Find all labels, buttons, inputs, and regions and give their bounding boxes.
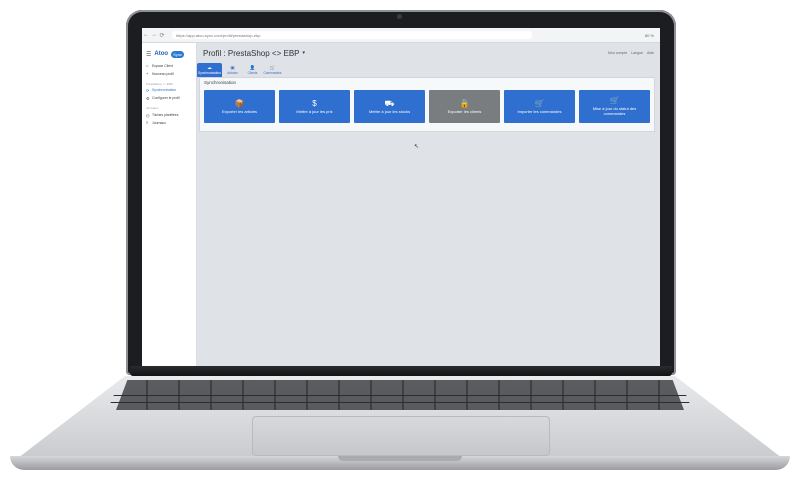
keyboard-rows — [108, 395, 692, 409]
sidebar-item-label: Configurer le profil — [152, 96, 180, 101]
tab-bar: ☁ Synchronisation ▣ Articles 👤 Clients 🛒… — [197, 63, 660, 77]
forward-icon[interactable]: → — [150, 32, 158, 38]
sidebar-group-label: Journaux — [146, 106, 159, 111]
tab-synchronisation[interactable]: ☁ Synchronisation — [197, 63, 222, 77]
cart-icon: 🛒 — [609, 96, 620, 106]
update-order-status-button[interactable]: 🛒 Mise à jour du statut des commandes — [579, 90, 650, 123]
lock-icon: 🔒 — [459, 98, 470, 108]
language-link[interactable]: Langue — [631, 51, 643, 55]
home-icon: ⌂ — [146, 63, 149, 69]
sidebar-item-label: Journaux — [152, 120, 166, 125]
reload-icon[interactable]: ⟳ — [158, 32, 166, 39]
chevron-down-icon[interactable]: ▾ — [303, 50, 306, 56]
price-icon: $ — [312, 98, 317, 108]
browser-toolbar: ← → ⟳ https://app.atoo-sync.com/profil/p… — [142, 28, 660, 43]
mouse-cursor-icon: ↖ — [414, 144, 420, 150]
tab-articles[interactable]: ▣ Articles — [223, 63, 242, 77]
zoom-level: 80 % — [644, 32, 654, 38]
tab-label: Commandes — [263, 71, 282, 75]
sidebar-item-label: Synchronisation — [152, 88, 177, 93]
sidebar-item-nouveau-profil[interactable]: + Nouveau profil — [142, 70, 196, 78]
brand-pill: Sync — [171, 50, 184, 58]
camera — [397, 14, 402, 19]
update-prices-button[interactable]: $ Mettre à jour les prix — [279, 90, 350, 123]
laptop-mockup: ← → ⟳ https://app.atoo-sync.com/profil/p… — [0, 0, 800, 479]
cart-icon: 🛒 — [534, 98, 545, 108]
sidebar-item-label: Espace Client — [152, 63, 173, 68]
tab-label: Synchronisation — [198, 71, 221, 75]
sidebar-item-taches[interactable]: ◷ Tâches planifiées — [142, 111, 196, 119]
laptop-chin — [130, 366, 672, 376]
logo[interactable]: ☰ Atoo Sync — [142, 46, 196, 62]
header-links: Mon compte Langue Aide — [608, 51, 654, 55]
sync-panel: Synchronisation 📦 Exporter les articles … — [199, 77, 655, 132]
add-icon: + — [146, 71, 149, 77]
button-label: Importer les commandes — [517, 108, 562, 114]
sidebar-item-configurer[interactable]: ⚙ Configurer le profil — [142, 94, 196, 102]
button-label: Mise à jour du statut des commandes — [592, 106, 637, 116]
panel-title: Synchronisation — [204, 80, 237, 85]
sidebar-item-journaux[interactable]: ≡ Journaux — [142, 119, 196, 127]
action-tiles: 📦 Exporter les articles $ Mettre à jour … — [200, 87, 654, 126]
tab-clients[interactable]: 👤 Clients — [243, 63, 262, 77]
url-text: https://app.atoo-sync.com/profil/prestas… — [176, 32, 261, 38]
box-icon: 📦 — [234, 98, 245, 108]
page-header: Profil : PrestaShop <> EBP ▾ Mon compte … — [197, 43, 660, 63]
address-bar[interactable]: https://app.atoo-sync.com/profil/prestas… — [172, 31, 532, 39]
sidebar-group-label: PrestaShop <> EBP — [146, 81, 173, 86]
laptop-notch — [338, 456, 462, 461]
export-articles-button[interactable]: 📦 Exporter les articles — [204, 90, 275, 123]
screen: ← → ⟳ https://app.atoo-sync.com/profil/p… — [142, 28, 660, 368]
sync-icon: ⟳ — [146, 87, 150, 93]
tab-commandes[interactable]: 🛒 Commandes — [263, 63, 282, 77]
button-label: Mettre à jour les prix — [296, 108, 333, 114]
main-content: Profil : PrestaShop <> EBP ▾ Mon compte … — [197, 43, 660, 368]
import-orders-button[interactable]: 🛒 Importer les commandes — [504, 90, 575, 123]
export-clients-button[interactable]: 🔒 Exporter les clients — [429, 90, 500, 123]
button-label: Mettre à jour les stocks — [368, 108, 411, 114]
wrench-icon: ⚙ — [146, 95, 150, 101]
log-icon: ≡ — [146, 120, 149, 126]
dolly-icon: ⛟ — [384, 98, 395, 108]
tab-label: Clients — [247, 71, 258, 75]
page-title: Profil : PrestaShop <> EBP — [203, 48, 300, 58]
app: ☰ Atoo Sync ⌂ Espace Client + Nouveau pr… — [142, 43, 660, 368]
sidebar-item-synchronisation[interactable]: ⟳ Synchronisation — [142, 87, 196, 95]
tab-label: Articles — [227, 71, 238, 75]
help-link[interactable]: Aide — [647, 51, 654, 55]
sidebar-item-label: Nouveau profil — [152, 71, 174, 76]
sidebar-item-espace-client[interactable]: ⌂ Espace Client — [142, 62, 196, 70]
update-stocks-button[interactable]: ⛟ Mettre à jour les stocks — [354, 90, 425, 123]
back-icon[interactable]: ← — [142, 32, 150, 38]
trackpad — [252, 416, 550, 456]
clock-icon: ◷ — [146, 112, 150, 118]
sidebar-item-label: Tâches planifiées — [152, 113, 179, 118]
brand-name: Atoo — [154, 51, 169, 57]
sidebar: ☰ Atoo Sync ⌂ Espace Client + Nouveau pr… — [142, 43, 197, 368]
account-link[interactable]: Mon compte — [608, 51, 627, 55]
menu-icon[interactable]: ☰ — [146, 51, 151, 58]
button-label: Exporter les articles — [221, 108, 258, 114]
button-label: Exporter les clients — [447, 108, 482, 114]
